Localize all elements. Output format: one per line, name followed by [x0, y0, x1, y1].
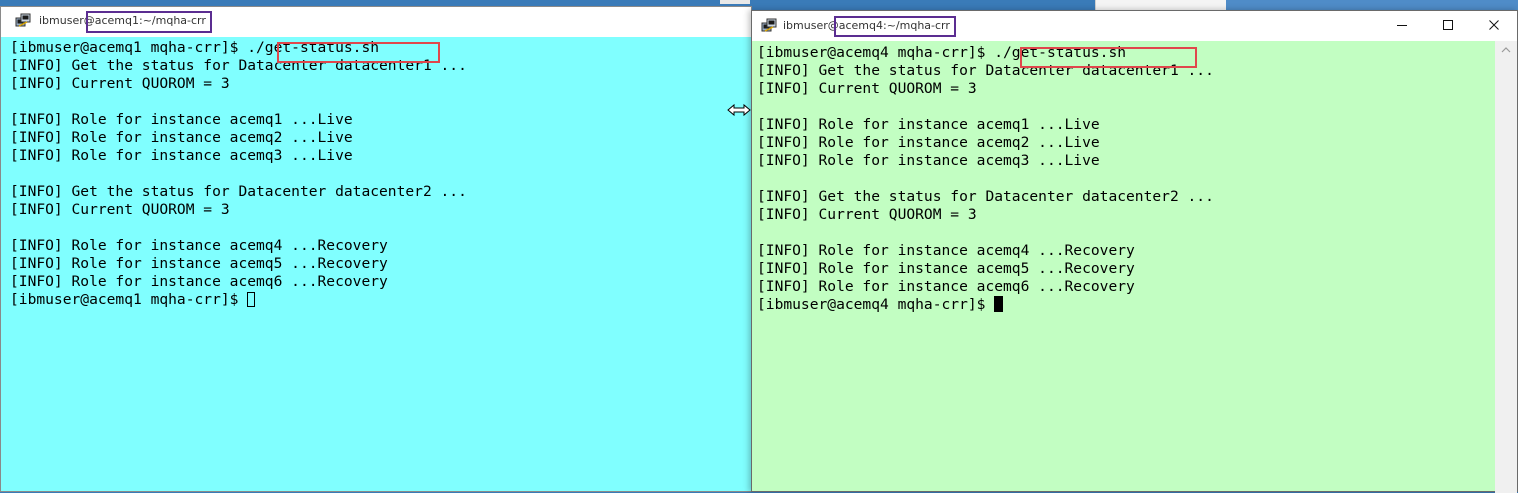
putty-icon [15, 13, 31, 27]
terminal-line: [INFO] Get the status for Datacenter dat… [757, 188, 1214, 205]
terminal-line: [INFO] Role for instance acemq4 ...Recov… [757, 242, 1135, 259]
terminal-line: [INFO] Current QUOROM = 3 [10, 201, 230, 218]
terminal-line: [INFO] Role for instance acemq1 ...Live [757, 116, 1100, 133]
close-button[interactable] [1471, 11, 1517, 39]
terminal-line: [INFO] Get the status for Datacenter dat… [10, 183, 467, 200]
command-highlight-box [1020, 47, 1197, 68]
terminal-output[interactable]: [ibmuser@acemq1 mqha-crr]$ ./get-status.… [1, 37, 751, 491]
vertical-scrollbar[interactable] [1495, 41, 1517, 493]
title-bar[interactable]: ibmuser@acemq1:~/mqha-crr [1, 7, 751, 35]
background-window-edge [720, 0, 750, 4]
window-controls [1379, 11, 1517, 39]
shell-prompt: [ibmuser@acemq1 mqha-crr]$ [10, 291, 248, 308]
resize-cursor-icon [727, 103, 751, 117]
minimize-button[interactable] [1379, 11, 1425, 39]
title-bar[interactable]: ibmuser@acemq4:~/mqha-crr [752, 11, 1517, 39]
minimize-icon [1397, 25, 1407, 26]
command-highlight-box [277, 42, 440, 63]
maximize-button[interactable] [1425, 11, 1471, 39]
terminal-line: [INFO] Current QUOROM = 3 [757, 80, 977, 97]
terminal-line: [INFO] Role for instance acemq3 ...Live [757, 152, 1100, 169]
terminal-output[interactable]: [ibmuser@acemq4 mqha-crr]$ ./get-status.… [752, 41, 1496, 491]
maximize-icon [1443, 20, 1453, 30]
close-icon [1489, 20, 1499, 30]
terminal-line: [INFO] Role for instance acemq5 ...Recov… [10, 255, 388, 272]
terminal-line: [INFO] Role for instance acemq6 ...Recov… [10, 273, 388, 290]
terminal-line: [INFO] Current QUOROM = 3 [757, 206, 977, 223]
terminal-prompt-line: [ibmuser@acemq4 mqha-crr]$ [757, 296, 1214, 314]
terminal-window-acemq4[interactable]: ibmuser@acemq4:~/mqha-crr [ibmuser@acemq… [751, 10, 1518, 493]
putty-icon [761, 18, 777, 32]
text-cursor [994, 296, 1004, 312]
shell-prompt: [ibmuser@acemq4 mqha-crr]$ [757, 296, 995, 313]
scroll-up-button[interactable] [1495, 41, 1517, 59]
chevron-up-icon [1501, 47, 1511, 53]
title-highlight-box [86, 11, 212, 33]
terminal-prompt-line: [ibmuser@acemq1 mqha-crr]$ [10, 291, 467, 309]
terminal-line: [INFO] Role for instance acemq6 ...Recov… [757, 278, 1135, 295]
terminal-line: [INFO] Role for instance acemq1 ...Live [10, 111, 353, 128]
terminal-line: [INFO] Role for instance acemq4 ...Recov… [10, 237, 388, 254]
terminal-window-acemq1[interactable]: ibmuser@acemq1:~/mqha-crr [ibmuser@acemq… [0, 6, 752, 492]
terminal-line: [INFO] Role for instance acemq5 ...Recov… [757, 260, 1135, 277]
terminal-line: [INFO] Current QUOROM = 3 [10, 75, 230, 92]
title-highlight-box [834, 16, 956, 37]
terminal-line: [INFO] Role for instance acemq2 ...Live [10, 129, 353, 146]
terminal-lines: [ibmuser@acemq1 mqha-crr]$ ./get-status.… [10, 39, 467, 309]
terminal-line: [INFO] Role for instance acemq2 ...Live [757, 134, 1100, 151]
text-cursor [247, 292, 256, 307]
terminal-lines: [ibmuser@acemq4 mqha-crr]$ ./get-status.… [757, 44, 1214, 314]
terminal-line: [INFO] Role for instance acemq3 ...Live [10, 147, 353, 164]
